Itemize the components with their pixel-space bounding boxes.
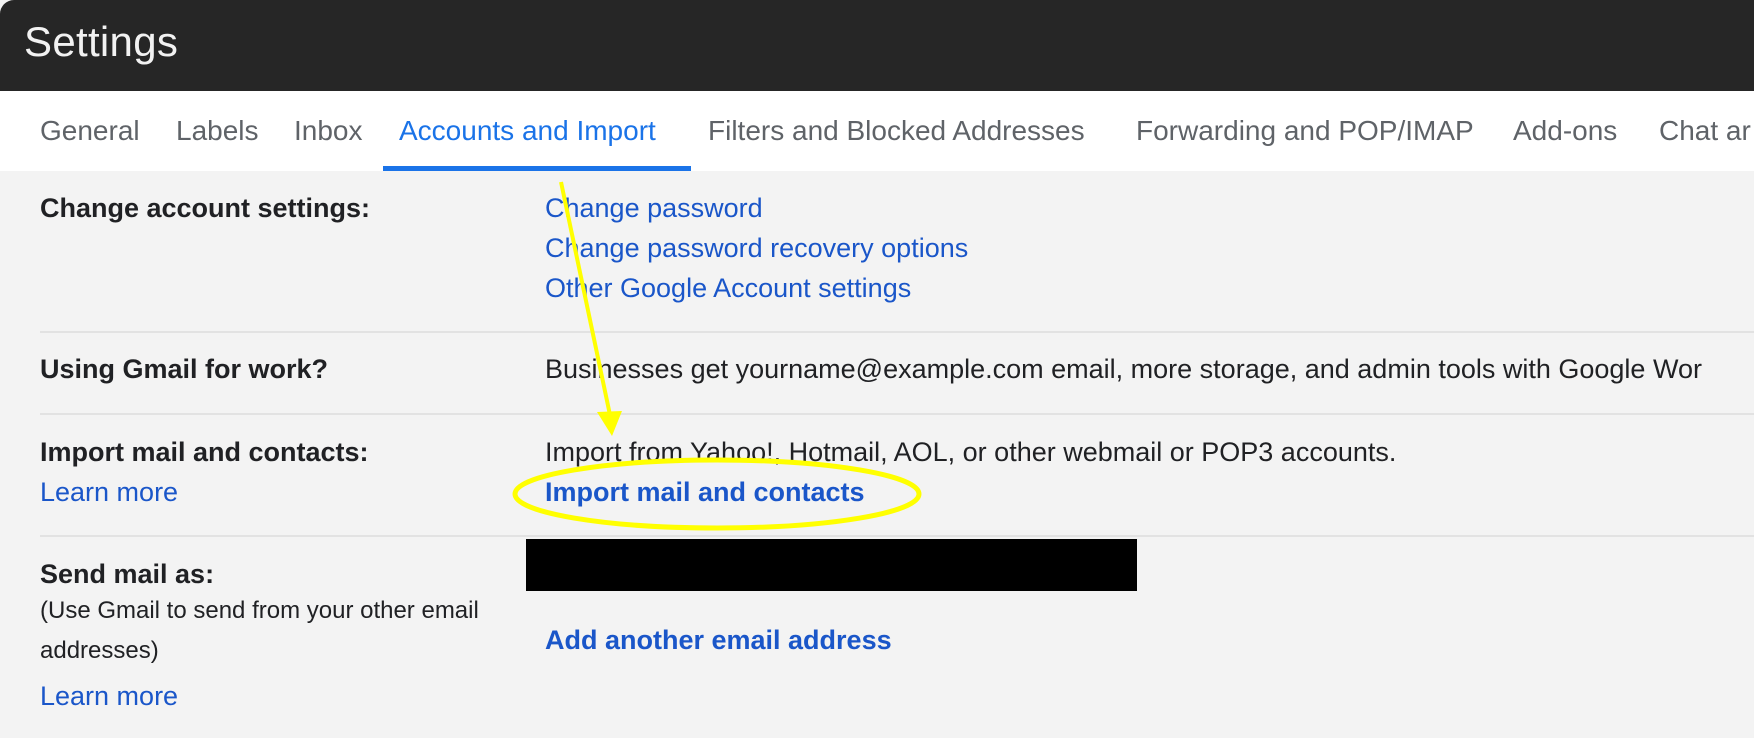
tab-filters-and-blocked-addresses[interactable]: Filters and Blocked Addresses (708, 91, 1085, 171)
tab-forwarding-and-pop-imap[interactable]: Forwarding and POP/IMAP (1136, 91, 1474, 171)
section-divider (40, 535, 1754, 537)
add-another-email-link[interactable]: Add another email address (545, 625, 892, 656)
section-divider (40, 413, 1754, 415)
import-mail-and-contacts-link[interactable]: Import mail and contacts (545, 477, 865, 508)
tab-inbox[interactable]: Inbox (294, 91, 363, 171)
import-label: Import mail and contacts: (40, 437, 369, 467)
send-mail-as-learn-more-link[interactable]: Learn more (40, 681, 178, 712)
tab-chat-and-meet[interactable]: Chat ar (1659, 91, 1751, 171)
page-title: Settings (24, 18, 179, 65)
change-account-label: Change account settings: (40, 193, 371, 223)
change-password-recovery-link[interactable]: Change password recovery options (545, 233, 968, 264)
gmail-for-work-label: Using Gmail for work? (40, 354, 329, 384)
send-mail-as-label: Send mail as: (40, 559, 215, 589)
tab-add-ons[interactable]: Add-ons (1513, 91, 1617, 171)
import-description: Import from Yahoo!, Hotmail, AOL, or oth… (545, 437, 1397, 467)
import-learn-more-link[interactable]: Learn more (40, 477, 178, 508)
tab-labels[interactable]: Labels (176, 91, 259, 171)
send-mail-as-sublabel: (Use Gmail to send from your other email… (40, 597, 479, 664)
settings-tabs: General Labels Inbox Accounts and Import… (0, 91, 1754, 171)
other-google-account-settings-link[interactable]: Other Google Account settings (545, 273, 911, 304)
gmail-for-work-description: Businesses get yourname@example.com emai… (545, 354, 1702, 384)
section-divider (40, 331, 1754, 333)
settings-content: Change account settings: Change password… (0, 171, 1754, 738)
title-bar: Settings (0, 0, 1754, 91)
tab-accounts-and-import[interactable]: Accounts and Import (399, 91, 656, 171)
redacted-email-block (526, 539, 1137, 591)
tab-general[interactable]: General (40, 91, 140, 171)
change-password-link[interactable]: Change password (545, 193, 763, 224)
